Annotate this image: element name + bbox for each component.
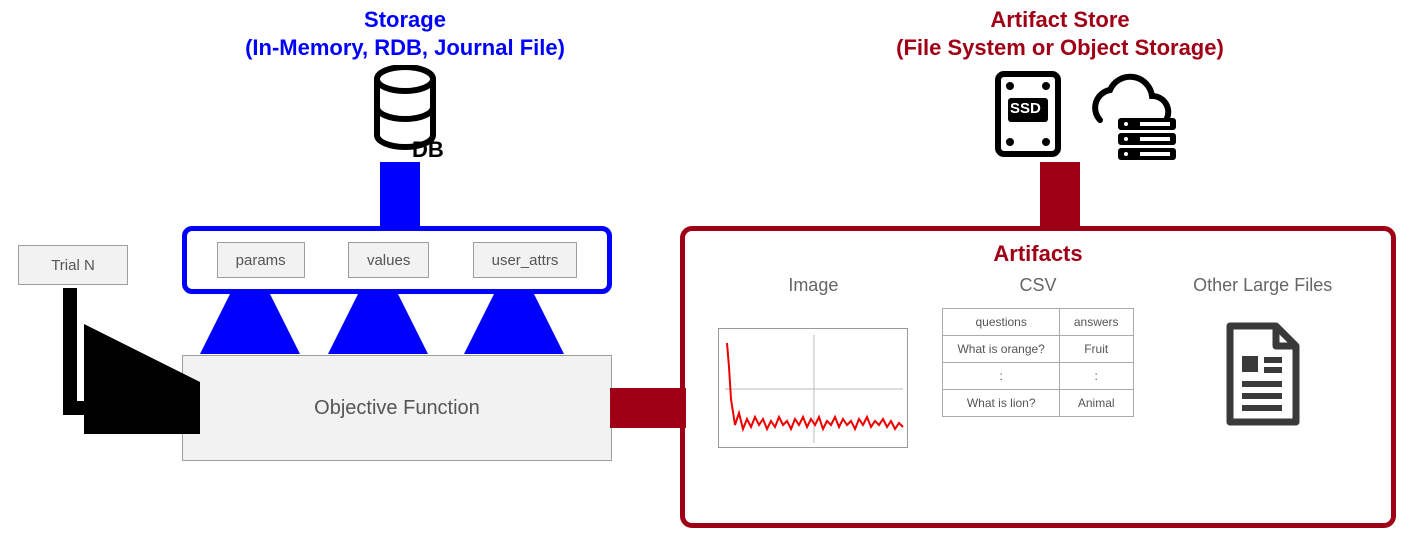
user-attrs-chip: user_attrs xyxy=(473,242,578,278)
params-chip: params xyxy=(217,242,305,278)
image-col-title: Image xyxy=(788,275,838,296)
values-label: values xyxy=(367,252,410,269)
sample-chart-icon xyxy=(718,328,908,448)
arrow-artifacts-to-store xyxy=(1040,162,1080,228)
csv-col-title: CSV xyxy=(1020,275,1057,296)
trial-label: Trial N xyxy=(51,257,95,274)
arrow-trial-to-objective xyxy=(50,284,200,434)
artifact-store-title-line2: (File System or Object Storage) xyxy=(730,34,1390,62)
storage-title-line2: (In-Memory, RDB, Journal File) xyxy=(190,34,620,62)
other-col-title: Other Large Files xyxy=(1193,275,1332,296)
db-label-text: DB xyxy=(412,137,444,163)
file-icon xyxy=(1218,322,1308,437)
objective-label: Objective Function xyxy=(314,397,480,420)
artifact-store-icons: SSD xyxy=(990,70,1170,160)
artifacts-title: Artifacts xyxy=(701,241,1375,267)
arrows-objective-to-storage xyxy=(178,292,618,358)
csv-table: questions answers What is orange? Fruit … xyxy=(942,308,1133,417)
table-row: What is lion? Animal xyxy=(943,390,1133,417)
values-chip: values xyxy=(348,242,429,278)
user-attrs-label: user_attrs xyxy=(492,252,559,269)
trial-box: Trial N xyxy=(18,245,128,285)
table-row: What is orange? Fruit xyxy=(943,336,1133,363)
artifacts-box: Artifacts Image CSV questions answers Wh… xyxy=(680,226,1396,528)
table-row: : : xyxy=(943,363,1133,390)
storage-fields-box: params values user_attrs xyxy=(182,226,612,294)
artifacts-other-col: Other Large Files xyxy=(1150,275,1375,437)
csv-header-answers: answers xyxy=(1059,309,1133,336)
artifacts-image-col: Image xyxy=(701,275,926,448)
database-icon: DB xyxy=(370,65,440,165)
storage-title: Storage (In-Memory, RDB, Journal File) xyxy=(190,6,620,61)
arrow-objective-to-artifacts xyxy=(610,388,686,428)
params-label: params xyxy=(236,252,286,269)
storage-title-line1: Storage xyxy=(190,6,620,34)
arrow-storage-to-db xyxy=(380,162,420,228)
csv-header-questions: questions xyxy=(943,309,1059,336)
objective-function-box: Objective Function xyxy=(182,355,612,461)
artifact-store-title: Artifact Store (File System or Object St… xyxy=(730,6,1390,61)
artifacts-csv-col: CSV questions answers What is orange? Fr… xyxy=(926,275,1151,417)
artifact-store-title-line1: Artifact Store xyxy=(730,6,1390,34)
ssd-label: SSD xyxy=(1010,100,1041,117)
